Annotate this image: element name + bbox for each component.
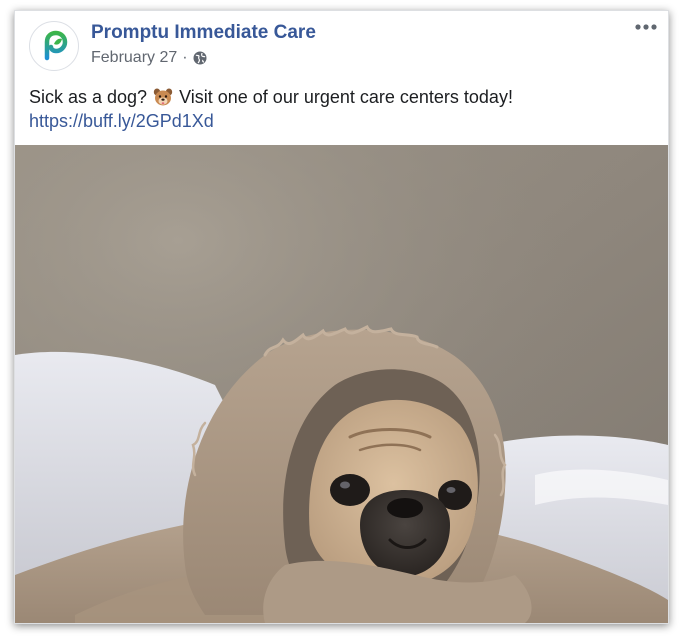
post-message-line: Sick as a dog? Visit one of our urgent c…	[29, 85, 649, 109]
page-avatar[interactable]	[29, 21, 79, 71]
post-short-link[interactable]: https://buff.ly/2GPd1Xd	[29, 109, 214, 133]
dog-face-emoji-icon	[153, 87, 173, 107]
post-meta: February 27 ·	[91, 49, 207, 67]
globe-icon[interactable]	[193, 51, 207, 65]
promptu-logo-icon	[44, 30, 68, 61]
pug-in-blanket-photo[interactable]	[15, 145, 668, 623]
post-text-before: Sick as a dog?	[29, 87, 148, 107]
meta-separator: ·	[182, 49, 188, 66]
post-card: Promptu Immediate Care February 27 · Sic…	[14, 10, 669, 624]
post-text-after: Visit one of our urgent care centers tod…	[179, 87, 513, 107]
post-date[interactable]: February 27	[91, 49, 177, 67]
more-options-icon	[635, 24, 657, 30]
more-options-button[interactable]	[632, 17, 660, 37]
page-name-link[interactable]: Promptu Immediate Care	[91, 22, 316, 44]
post-message: Sick as a dog? Visit one of our urgent c…	[29, 85, 649, 133]
post-image	[15, 145, 668, 623]
